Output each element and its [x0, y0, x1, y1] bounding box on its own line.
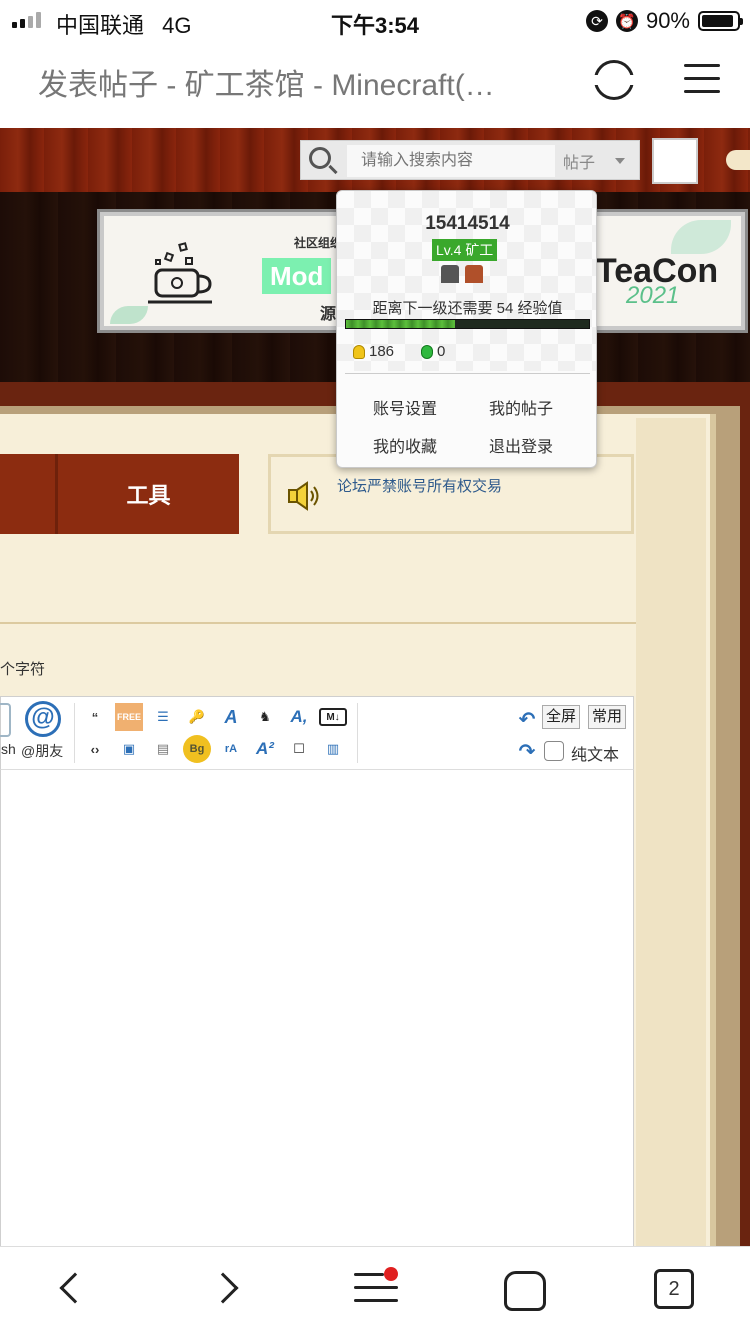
gem-stat: 0: [421, 343, 445, 360]
table-icon[interactable]: ▤: [149, 735, 177, 763]
battery-icon: [698, 11, 743, 31]
code-icon[interactable]: ‹›: [81, 735, 109, 763]
font-style-icon[interactable]: A: [217, 703, 245, 731]
word-paste-icon[interactable]: ▣: [115, 735, 143, 763]
char-count-hint: 个字符: [0, 661, 46, 678]
board-margin: [636, 418, 706, 1246]
alarm-icon: ⏰: [615, 10, 638, 32]
free-icon[interactable]: FREE: [115, 703, 143, 731]
browser-bottom-nav: 2: [0, 1246, 750, 1334]
toolbar-separator: [74, 703, 75, 763]
hamburger-menu-icon[interactable]: [684, 64, 720, 94]
flash-icon[interactable]: [0, 703, 11, 737]
search-input[interactable]: [347, 145, 555, 177]
gold-nugget-icon: [353, 344, 365, 359]
plaintext-checkbox[interactable]: [544, 741, 564, 761]
page-title[interactable]: 发表帖子 - 矿工茶馆 - Minecraft(…: [38, 60, 568, 104]
message-editor[interactable]: [0, 770, 634, 1246]
section-divider: [0, 622, 636, 624]
leaf-decoration: [671, 220, 731, 254]
background-color-icon[interactable]: Bg: [183, 735, 211, 763]
logout-link[interactable]: 退出登录: [489, 433, 553, 457]
browser-address-bar: 发表帖子 - 矿工茶馆 - Minecraft(…: [0, 40, 750, 128]
quote-icon[interactable]: “: [81, 703, 109, 731]
banner-mod-label: Mod: [262, 258, 332, 294]
avatar[interactable]: [652, 138, 698, 184]
home-icon[interactable]: [504, 1271, 546, 1311]
undo-icon[interactable]: ↶: [513, 705, 541, 733]
exp-progress-bar: [345, 319, 590, 329]
leather-helmet-icon: [465, 265, 483, 283]
my-posts-link[interactable]: 我的帖子: [489, 395, 553, 419]
emerald-icon: [421, 344, 433, 359]
exp-progress-fill: [346, 320, 456, 328]
markdown-icon[interactable]: M↓: [319, 708, 347, 726]
banner-caption: 源: [320, 306, 337, 323]
my-favorites-link[interactable]: 我的收藏: [373, 433, 437, 457]
battery-level: [702, 15, 733, 27]
user-popup: 15414514 Lv.4 矿工 距离下一级还需要 54 经验值 186 0 账…: [336, 190, 597, 468]
banner-year: 2021: [626, 282, 680, 309]
mention-label[interactable]: @朋友: [21, 741, 63, 761]
account-settings-link[interactable]: 账号设置: [373, 395, 437, 419]
medal-icons: [441, 265, 483, 283]
popup-divider: [345, 373, 590, 374]
system-icons: ⟳ ⏰ 90%: [585, 8, 743, 34]
rotation-lock-icon: ⟳: [585, 10, 608, 32]
site-header: 帖子: [0, 128, 750, 192]
notice-link[interactable]: 论坛严禁账号所有权交易: [337, 475, 502, 496]
nav-item-tools[interactable]: 工具: [58, 454, 239, 534]
status-bar: 中国联通 4G 下午3:54 ⟳ ⏰ 90%: [0, 0, 750, 40]
helmet-icon: [441, 265, 459, 283]
main-nav: 工具: [0, 454, 239, 534]
horizontal-rule-icon[interactable]: ☰: [149, 703, 177, 731]
tea-cup-icon: [148, 242, 212, 304]
tabs-button[interactable]: 2: [654, 1269, 694, 1309]
refresh-icon[interactable]: [591, 60, 637, 100]
banner-subtitle: 社区组织: [294, 236, 343, 250]
fullscreen-button[interactable]: 全屏: [542, 705, 581, 729]
notification-dot: [384, 1267, 398, 1281]
search-bar: 帖子: [300, 140, 640, 180]
speaker-icon: [288, 481, 319, 511]
common-button[interactable]: 常用: [588, 705, 627, 729]
chevron-down-icon[interactable]: [615, 158, 625, 164]
image-frame-icon[interactable]: ▥: [319, 735, 347, 763]
strike-icon[interactable]: ☐: [285, 735, 313, 763]
level-badge: Lv.4 矿工: [432, 239, 498, 261]
search-type-select[interactable]: 帖子: [563, 149, 595, 173]
username[interactable]: 15414514: [337, 213, 596, 235]
exp-text: 距离下一级还需要 54 经验值: [372, 300, 563, 317]
hide-content-icon[interactable]: 🔑: [183, 703, 211, 731]
bread-icon: [726, 150, 750, 170]
plaintext-label[interactable]: 纯文本: [571, 741, 619, 765]
qq-icon[interactable]: ♞: [251, 703, 279, 731]
ruby-icon[interactable]: rA: [217, 735, 245, 763]
editor-toolbar: sh @ @朋友 “ FREE ☰ 🔑 A ♞ A, M↓ ‹› ▣ ▤ Bg …: [0, 696, 634, 770]
back-icon[interactable]: [59, 1272, 91, 1304]
redo-icon[interactable]: ↷: [513, 737, 541, 765]
flash-label[interactable]: sh: [1, 741, 16, 757]
leaf-decoration: [110, 306, 148, 324]
superscript-icon[interactable]: A²: [251, 735, 279, 763]
search-icon[interactable]: [309, 147, 331, 169]
gold-stat: 186: [353, 343, 394, 360]
gem-count: 0: [437, 343, 446, 360]
mention-icon[interactable]: @: [25, 701, 61, 737]
gold-count: 186: [369, 343, 395, 360]
toolbar-separator: [357, 703, 358, 763]
battery-percent: 90%: [645, 8, 690, 33]
forward-icon[interactable]: [207, 1272, 239, 1304]
subscript-icon[interactable]: A,: [285, 703, 313, 731]
